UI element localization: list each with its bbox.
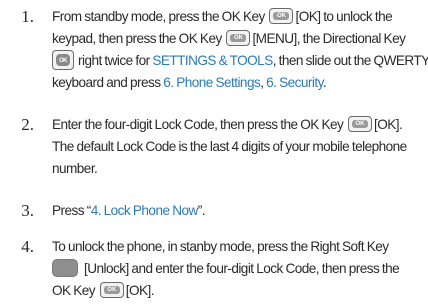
step-text-segment: right twice for [78,53,150,68]
step-number: 4. [21,237,34,256]
step-number: 2. [21,115,34,134]
step-text-segment: [Unlock] and enter the four-digit Lock C… [84,261,400,276]
step-text-segment: keyboard and press [52,75,161,90]
step-text-segment: From standby mode, press the OK Key [52,9,265,24]
step-text: Enter the four-digit Lock Code, then pre… [52,114,424,180]
step-text-segment: Enter the four-digit Lock Code, then pre… [52,117,344,132]
step-number: 3. [21,201,34,220]
step-text-segment: ”. [197,203,206,218]
step-text-segment: number. [52,161,98,176]
step-text-segment: The default Lock Code is the last 4 digi… [52,139,407,154]
step-text: To unlock the phone, in stanby mode, pre… [52,236,424,302]
menu-link-settings-tools: SETTINGS & TOOLS [152,53,273,68]
step-text-segment: OK Key [52,283,96,298]
ok-key-icon: OK [226,30,251,47]
ok-key-icon: OK [269,8,294,25]
step-text-segment: [OK]. [125,283,155,298]
ok-key-icon: OK [348,116,373,133]
step-text-segment: keypad, then press the OK Key [52,31,222,46]
step-text-segment: . [322,75,327,90]
menu-link-phone-settings: 6. Phone Settings [163,75,261,90]
step-text-segment: , [260,75,264,90]
step-text: From standby mode, press the OK Key OK [O… [52,6,428,94]
ok-key-icon: OK [99,282,124,299]
step-text: Press “4. Lock Phone Now”. [52,200,424,222]
right-soft-key-icon [52,259,78,278]
menu-link-security: 6. Security [266,75,323,90]
menu-link-lock-phone-now: 4. Lock Phone Now [90,203,199,218]
step-text-segment: [OK]. [374,117,403,132]
step-text-segment: Press “ [52,203,91,218]
step-text-segment: , then slide out the QWERTY [272,53,428,68]
step-text-segment: [MENU], the Directional Key [252,31,406,46]
step-text-segment: To unlock the phone, in stanby mode, pre… [52,239,389,254]
directional-key-icon: OK [52,50,74,71]
step-number: 1. [21,7,34,26]
step-text-segment: [OK] to unlock the [295,9,393,24]
